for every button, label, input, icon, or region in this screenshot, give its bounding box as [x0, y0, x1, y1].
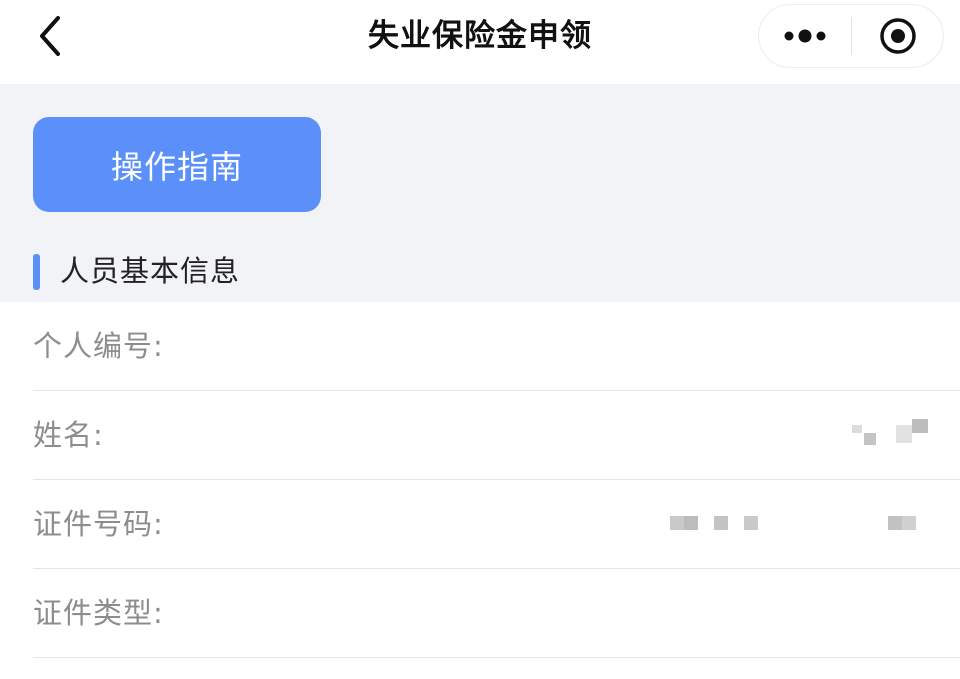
form-row-name: 姓名: — [0, 391, 960, 480]
personal-id-label: 个人编号: — [33, 329, 164, 363]
section-accent-bar — [33, 254, 40, 290]
form-row-id-number: 证件号码: — [0, 480, 960, 569]
target-circle-icon — [879, 18, 916, 54]
row-divider — [33, 657, 960, 658]
mini-program-capsule — [758, 4, 944, 68]
header-section: 操作指南 人员基本信息 — [0, 84, 960, 302]
page: 失业保险金申领 操作指南 人员基本信息 个人编号: 姓名: 证件号码: 证件类型… — [0, 0, 960, 679]
navbar: 失业保险金申领 — [0, 0, 960, 84]
section-title: 人员基本信息 — [60, 254, 241, 288]
form-row-personal-id: 个人编号: — [0, 302, 960, 391]
more-dots-icon — [784, 29, 826, 43]
redaction-mosaic — [670, 516, 916, 530]
more-button[interactable] — [759, 5, 851, 67]
operation-guide-button[interactable]: 操作指南 — [33, 117, 321, 212]
name-label: 姓名: — [33, 418, 104, 452]
close-mini-program-button[interactable] — [852, 5, 943, 67]
name-value-redacted — [850, 411, 930, 455]
form-row-id-type: 证件类型: — [0, 569, 960, 658]
id-number-label: 证件号码: — [33, 507, 164, 541]
redaction-mosaic — [852, 419, 928, 445]
id-number-value-redacted — [670, 500, 930, 544]
id-type-label: 证件类型: — [33, 596, 164, 630]
